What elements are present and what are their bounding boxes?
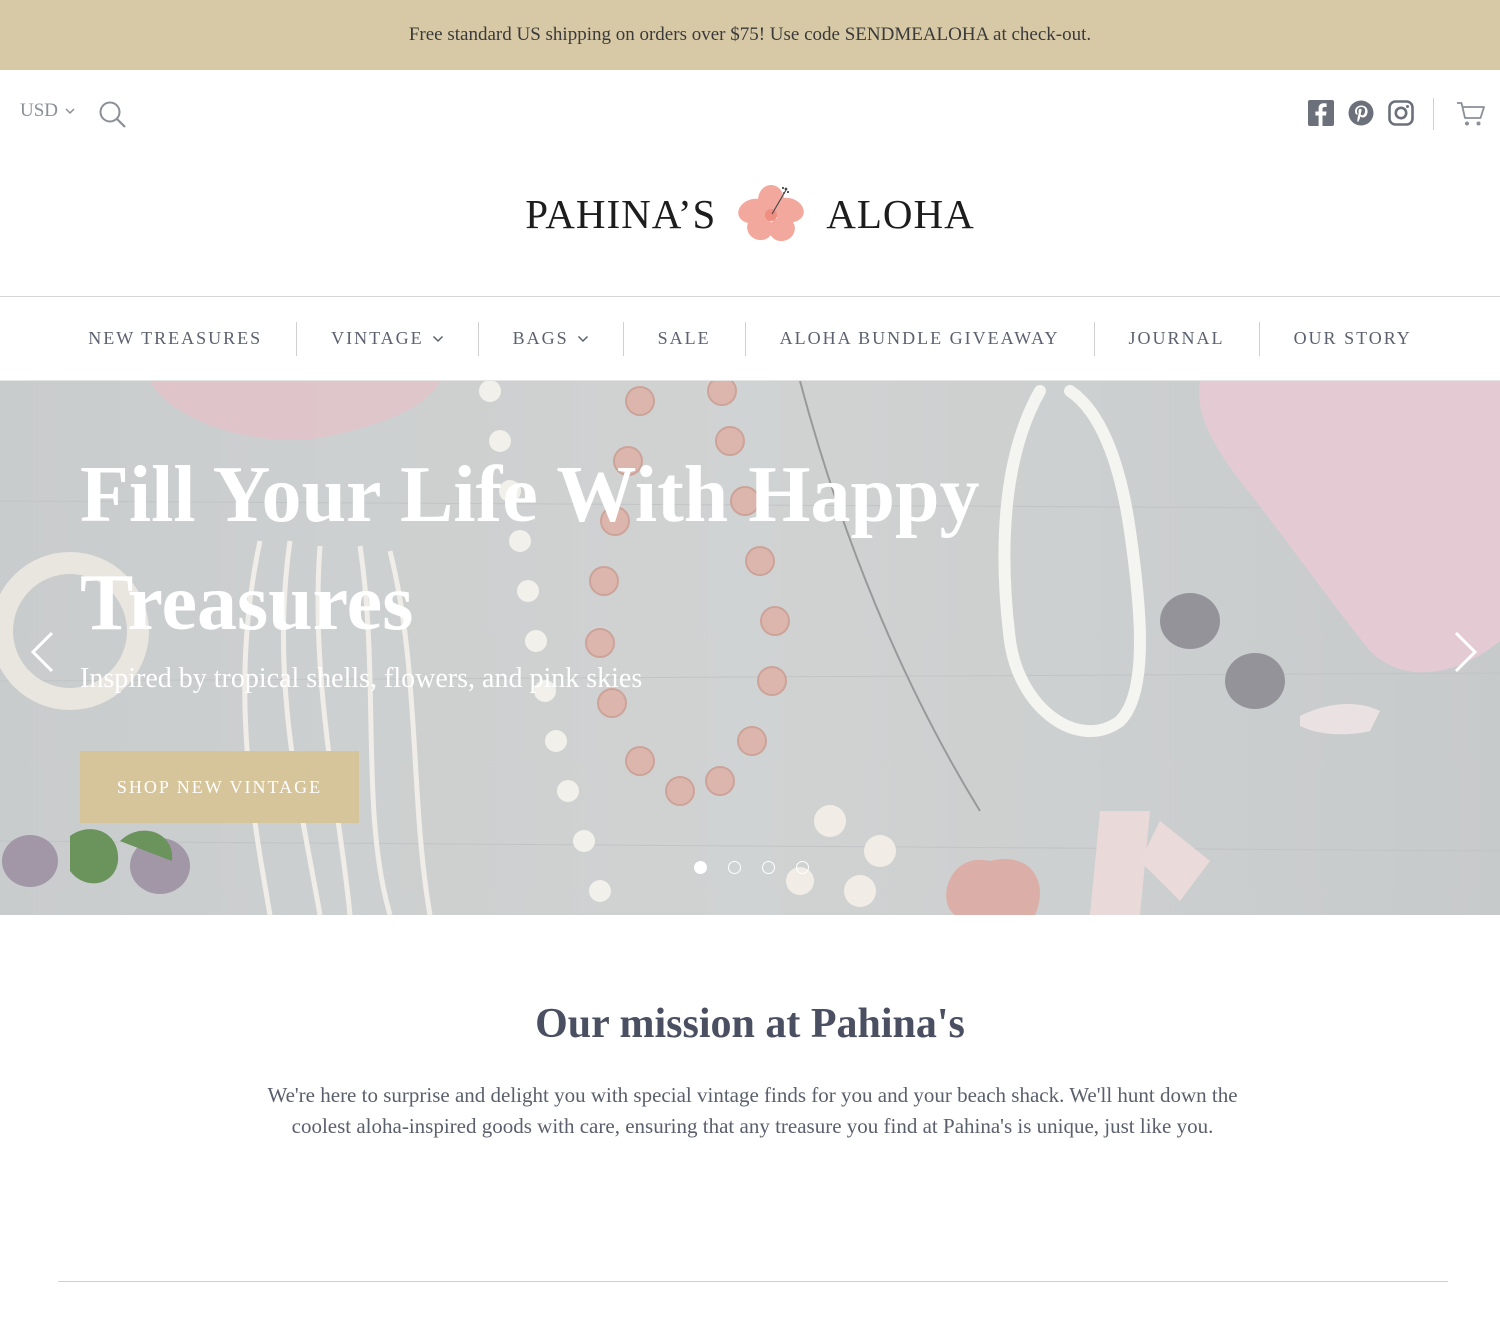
search-icon[interactable] bbox=[98, 100, 128, 130]
announcement-bar: Free standard US shipping on orders over… bbox=[0, 0, 1500, 70]
hibiscus-logo-icon bbox=[738, 185, 805, 242]
nav-label: SALE bbox=[657, 328, 711, 348]
utility-divider bbox=[1433, 98, 1434, 130]
next-slide-arrow-icon[interactable] bbox=[1450, 631, 1480, 673]
slide-dot[interactable] bbox=[728, 861, 741, 874]
mission-title: Our mission at Pahina's bbox=[535, 1001, 965, 1047]
slide-dot[interactable] bbox=[796, 861, 809, 874]
currency-selector[interactable]: USD bbox=[20, 100, 76, 122]
logo-left-word: PAHINA’S bbox=[525, 191, 717, 237]
announcement-text: Free standard US shipping on orders over… bbox=[408, 24, 1092, 45]
pinterest-icon[interactable] bbox=[1348, 100, 1374, 126]
nav-label: BAGS bbox=[512, 328, 569, 348]
instagram-icon[interactable] bbox=[1388, 100, 1414, 126]
mission-body: We're here to surprise and delight you w… bbox=[267, 1083, 1238, 1138]
hero-slideshow: Fill Your Life With Happy Treasures Insp… bbox=[0, 381, 1500, 915]
section-divider bbox=[58, 1281, 1448, 1282]
nav-item-bags[interactable]: BAGS bbox=[479, 328, 623, 349]
slide-dot[interactable] bbox=[694, 861, 707, 874]
slide-dot[interactable] bbox=[762, 861, 775, 874]
shop-new-vintage-button[interactable]: SHOP NEW VINTAGE bbox=[80, 751, 359, 823]
nav-item-our-story[interactable]: OUR STORY bbox=[1260, 328, 1446, 349]
nav-label: JOURNAL bbox=[1128, 328, 1225, 348]
chevron-down-icon bbox=[65, 108, 75, 115]
nav-label: OUR STORY bbox=[1293, 328, 1412, 348]
nav-item-new-treasures[interactable]: NEW TREASURES bbox=[54, 328, 296, 349]
logo-right-word: ALOHA bbox=[826, 191, 975, 237]
facebook-icon[interactable] bbox=[1308, 100, 1334, 126]
previous-slide-arrow-icon[interactable] bbox=[28, 631, 58, 673]
hero-title: Fill Your Life With Happy Treasures bbox=[80, 451, 980, 647]
nav-label: ALOHA BUNDLE GIVEAWAY bbox=[779, 328, 1060, 348]
slide-indicators bbox=[694, 861, 809, 874]
social-links bbox=[1308, 100, 1414, 126]
site-logo[interactable]: PAHINA’S ALOHA bbox=[0, 176, 1500, 252]
nav-label: NEW TREASURES bbox=[88, 328, 263, 348]
chevron-down-icon bbox=[577, 335, 588, 342]
nav-item-journal[interactable]: JOURNAL bbox=[1095, 328, 1259, 349]
nav-item-aloha-bundle-giveaway[interactable]: ALOHA BUNDLE GIVEAWAY bbox=[746, 328, 1094, 349]
main-nav: NEW TREASURES VINTAGE BAGS SALE ALOHA BU… bbox=[0, 296, 1500, 381]
nav-label: VINTAGE bbox=[331, 328, 424, 348]
cart-icon[interactable] bbox=[1456, 100, 1486, 128]
chevron-down-icon bbox=[432, 335, 443, 342]
currency-value: USD bbox=[20, 100, 59, 121]
hero-subtitle: Inspired by tropical shells, flowers, an… bbox=[80, 663, 643, 694]
utility-bar: USD bbox=[0, 70, 1500, 158]
nav-item-sale[interactable]: SALE bbox=[624, 328, 745, 349]
nav-item-vintage[interactable]: VINTAGE bbox=[297, 328, 478, 349]
